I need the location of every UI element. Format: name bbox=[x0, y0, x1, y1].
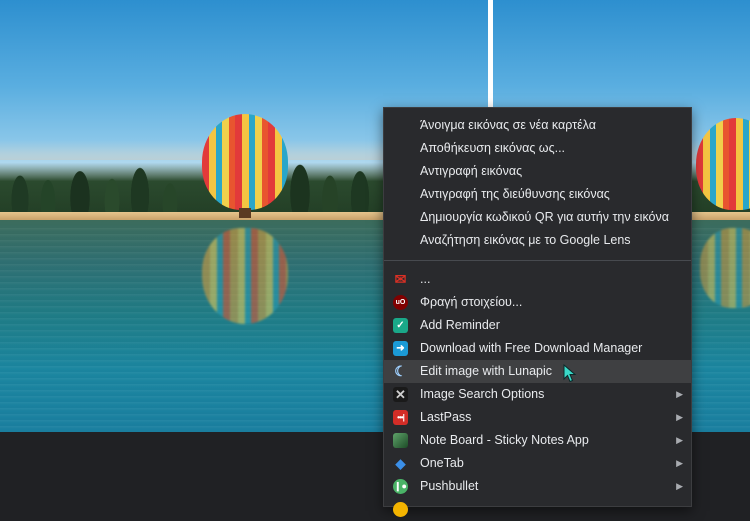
menu-item-google-lens-search[interactable]: Αναζήτηση εικόνας με το Google Lens bbox=[384, 229, 691, 252]
menu-item-lastpass[interactable]: •••| LastPass ▶ bbox=[384, 406, 691, 429]
lunapic-moon-icon: ☾ bbox=[394, 363, 407, 379]
submenu-arrow-icon: ▶ bbox=[676, 481, 683, 491]
balloon-basket bbox=[239, 208, 251, 218]
menu-item-mail-extension[interactable]: ✉ ... bbox=[384, 268, 691, 291]
menu-item-partial-next[interactable] bbox=[384, 498, 691, 521]
menu-item-label: Αντιγραφή της διεύθυνσης εικόνας bbox=[420, 187, 610, 201]
fdm-download-icon: ➜ bbox=[393, 341, 408, 356]
menu-item-save-image-as[interactable]: Αποθήκευση εικόνας ως... bbox=[384, 137, 691, 160]
menu-item-block-element[interactable]: uO Φραγή στοιχείου... bbox=[384, 291, 691, 314]
note-board-icon bbox=[393, 433, 408, 448]
menu-item-image-search-options[interactable]: ✕ Image Search Options ▶ bbox=[384, 383, 691, 406]
context-menu: Άνοιγμα εικόνας σε νέα καρτέλα Αποθήκευσ… bbox=[383, 107, 692, 517]
menu-item-free-download-manager[interactable]: ➜ Download with Free Download Manager bbox=[384, 337, 691, 360]
extension-icon bbox=[393, 502, 408, 517]
menu-item-label: Download with Free Download Manager bbox=[420, 341, 643, 355]
menu-item-pushbullet[interactable]: ❙● Pushbullet ▶ bbox=[384, 475, 691, 498]
menu-item-copy-image[interactable]: Αντιγραφή εικόνας bbox=[384, 160, 691, 183]
menu-item-open-image-new-tab[interactable]: Άνοιγμα εικόνας σε νέα καρτέλα bbox=[384, 114, 691, 137]
submenu-arrow-icon: ▶ bbox=[676, 389, 683, 399]
hot-air-balloon bbox=[202, 114, 288, 210]
submenu-arrow-icon: ▶ bbox=[676, 435, 683, 445]
menu-item-label: Edit image with Lunapic bbox=[420, 364, 553, 378]
onetab-icon: ◆ bbox=[395, 456, 406, 471]
menu-item-create-qr-code[interactable]: Δημιουργία κωδικού QR για αυτήν την εικό… bbox=[384, 206, 691, 229]
menu-item-label: LastPass bbox=[420, 410, 472, 424]
submenu-arrow-icon: ▶ bbox=[676, 412, 683, 422]
image-search-icon: ✕ bbox=[393, 387, 408, 402]
balloon-reflection bbox=[202, 228, 288, 324]
menu-item-edit-with-lunapic[interactable]: ☾ Edit image with Lunapic bbox=[384, 360, 691, 383]
ublock-origin-icon: uO bbox=[393, 295, 408, 310]
menu-item-add-reminder[interactable]: ✓ Add Reminder bbox=[384, 314, 691, 337]
white-divider-line bbox=[488, 0, 493, 108]
menu-item-onetab[interactable]: ◆ OneTab ▶ bbox=[384, 452, 691, 475]
menu-item-label: Αποθήκευση εικόνας ως... bbox=[420, 141, 566, 155]
mouse-cursor-icon bbox=[563, 364, 577, 383]
menu-item-label: Note Board - Sticky Notes App bbox=[420, 433, 589, 447]
reminder-check-icon: ✓ bbox=[393, 318, 408, 333]
menu-item-label: OneTab bbox=[420, 456, 464, 470]
menu-separator bbox=[384, 260, 691, 261]
menu-item-label: ... bbox=[420, 272, 431, 286]
menu-item-label: Pushbullet bbox=[420, 479, 479, 493]
submenu-arrow-icon: ▶ bbox=[676, 458, 683, 468]
menu-item-label: Φραγή στοιχείου... bbox=[420, 295, 523, 309]
menu-item-label: Δημιουργία κωδικού QR για αυτήν την εικό… bbox=[420, 210, 669, 224]
menu-item-label: Άνοιγμα εικόνας σε νέα καρτέλα bbox=[420, 118, 596, 132]
lastpass-icon: •••| bbox=[393, 410, 408, 425]
mail-extension-icon: ✉ bbox=[394, 271, 407, 287]
balloon-reflection-right bbox=[700, 228, 750, 308]
menu-item-label: Add Reminder bbox=[420, 318, 500, 332]
menu-item-label: Αντιγραφή εικόνας bbox=[420, 164, 523, 178]
menu-item-note-board[interactable]: Note Board - Sticky Notes App ▶ bbox=[384, 429, 691, 452]
menu-item-label: Image Search Options bbox=[420, 387, 545, 401]
pushbullet-icon: ❙● bbox=[393, 479, 408, 494]
menu-item-copy-image-address[interactable]: Αντιγραφή της διεύθυνσης εικόνας bbox=[384, 183, 691, 206]
menu-item-label: Αναζήτηση εικόνας με το Google Lens bbox=[420, 233, 631, 247]
